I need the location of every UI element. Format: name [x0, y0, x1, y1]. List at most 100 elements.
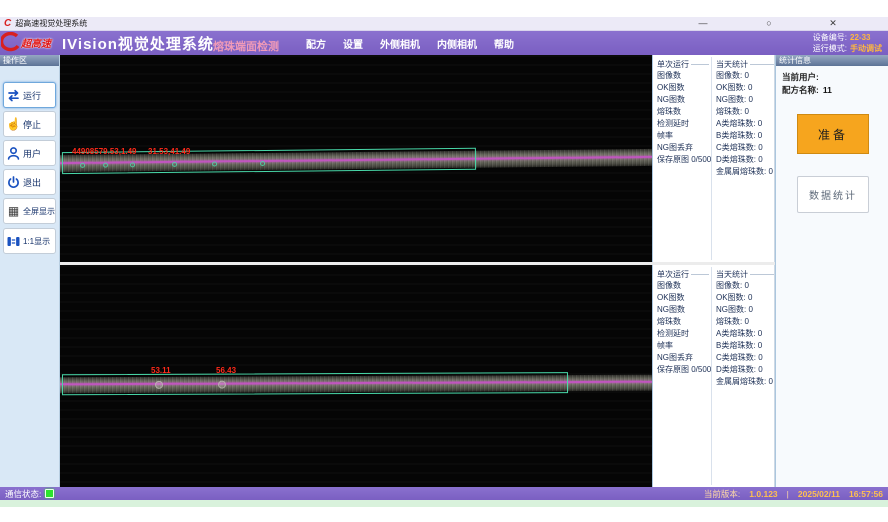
- run-button[interactable]: 运行: [3, 82, 56, 108]
- fullscreen-button-label: 全屏显示: [23, 206, 55, 217]
- stat-row: NG图数: [657, 94, 709, 106]
- defect-mark: [155, 381, 163, 389]
- taskbar-strip: [0, 500, 888, 507]
- recipe-name-label: 配方名称:: [782, 85, 819, 95]
- stat-row: 图像数: 0: [716, 280, 774, 292]
- stat-row: 熔珠数: [657, 106, 709, 118]
- stat-row: 图像数: [657, 70, 709, 82]
- stat-row: NG图丢弃: [657, 352, 709, 364]
- stop-hand-icon: ☝: [6, 117, 21, 132]
- power-icon: [6, 175, 21, 190]
- stat-row: NG图数: 0: [716, 94, 774, 106]
- user-icon: [6, 146, 21, 161]
- stat-row: 检测延时: [657, 328, 709, 340]
- stat-row: OK图数: [657, 292, 709, 304]
- menu-help[interactable]: 帮助: [494, 36, 514, 51]
- stat-row: 金属屑熔珠数: 0: [716, 376, 774, 388]
- stat-row: A类熔珠数: 0: [716, 328, 774, 340]
- menu-settings[interactable]: 设置: [343, 36, 363, 51]
- single-run-header: 单次运行: [657, 58, 709, 70]
- run-icon: [6, 88, 21, 103]
- stat-row: OK图数: [657, 82, 709, 94]
- daily-stats-header: 当天统计: [716, 268, 774, 280]
- menu-recipe[interactable]: 配方: [306, 36, 326, 51]
- measurement-annotation: 56.43: [216, 366, 236, 375]
- measurement-annotation: 53.11: [151, 366, 171, 375]
- single-run-rows: 图像数OK图数NG图数熔珠数检测延时帧率NG图丢弃保存原图 0/500: [657, 280, 709, 376]
- maximize-button[interactable]: ○: [752, 16, 786, 31]
- stat-row: D类熔珠数: 0: [716, 364, 774, 376]
- stat-row: 熔珠数: [657, 316, 709, 328]
- device-no-label: 设备编号:: [813, 33, 847, 42]
- status-date: 2025/02/11: [798, 489, 840, 499]
- daily-stats-rows: 图像数: 0OK图数: 0NG图数: 0熔珠数: 0A类熔珠数: 0B类熔珠数:…: [716, 280, 774, 388]
- roi-box: [62, 372, 568, 395]
- stat-row: B类熔珠数: 0: [716, 130, 774, 142]
- stat-row: C类熔珠数: 0: [716, 352, 774, 364]
- stat-row: 图像数: 0: [716, 70, 774, 82]
- stat-row: C类熔珠数: 0: [716, 142, 774, 154]
- stats-panel-bottom: 单次运行 图像数OK图数NG图数熔珠数检测延时帧率NG图丢弃保存原图 0/500…: [652, 265, 775, 487]
- user-button[interactable]: 用户: [3, 140, 56, 166]
- run-button-label: 运行: [23, 89, 41, 102]
- exit-button[interactable]: 退出: [3, 169, 56, 195]
- stat-row: 熔珠数: 0: [716, 106, 774, 118]
- defect-mark: [212, 161, 217, 166]
- current-user-label: 当前用户:: [782, 72, 819, 82]
- run-mode-label: 运行模式:: [813, 44, 847, 53]
- stat-row: 图像数: [657, 280, 709, 292]
- app-header: 超高速 IVision视觉处理系统 熔珠端面检测 配方 设置 外侧相机 内侧相机…: [0, 31, 888, 55]
- measurement-annotation: 44908579.53,1.49: [72, 147, 137, 156]
- stat-row: B类熔珠数: 0: [716, 340, 774, 352]
- daily-stats-header: 当天统计: [716, 58, 774, 70]
- stat-row: 保存原图 0/500: [657, 154, 709, 166]
- defect-mark: [172, 162, 177, 167]
- one-to-one-button[interactable]: 1:1显示: [3, 228, 56, 254]
- stat-row: A类熔珠数: 0: [716, 118, 774, 130]
- stat-row: 熔珠数: 0: [716, 316, 774, 328]
- operation-sidebar-title: 操作区: [0, 55, 59, 66]
- menu-outer-camera[interactable]: 外侧相机: [380, 36, 420, 51]
- stat-row: NG图丢弃: [657, 142, 709, 154]
- device-info: 设备编号:22-33 运行模式:手动调试: [813, 32, 882, 54]
- info-panel-title: 统计信息: [776, 55, 888, 66]
- window-title: 超高速视觉处理系统: [15, 18, 87, 29]
- menu-inner-camera[interactable]: 内侧相机: [437, 36, 477, 51]
- inner-camera-viewport: 53.11 56.43: [60, 265, 652, 487]
- status-separator: |: [787, 489, 789, 499]
- app-title: IVision视觉处理系统: [62, 33, 214, 54]
- weld-bead-image: [60, 370, 652, 400]
- single-run-rows: 图像数OK图数NG图数熔珠数检测延时帧率NG图丢弃保存原图 0/500: [657, 70, 709, 166]
- outer-camera-viewport: 44908579.53,1.49 31.53,41.49: [60, 55, 652, 262]
- measurement-annotation: 31.53,41.49: [148, 147, 190, 156]
- column-divider: [711, 267, 712, 485]
- stat-row: D类熔珠数: 0: [716, 154, 774, 166]
- single-run-header: 单次运行: [657, 268, 709, 280]
- prepare-button[interactable]: 准备: [797, 114, 869, 154]
- stop-button-label: 停止: [23, 118, 41, 131]
- minimize-button[interactable]: —: [686, 16, 720, 31]
- user-button-label: 用户: [23, 147, 41, 160]
- stat-row: 帧率: [657, 340, 709, 352]
- info-panel: 统计信息 当前用户: 配方名称:11 准备 数据统计: [775, 55, 888, 487]
- stat-row: OK图数: 0: [716, 292, 774, 304]
- data-stats-button[interactable]: 数据统计: [797, 176, 869, 213]
- fullscreen-button[interactable]: ▦ 全屏显示: [3, 198, 56, 224]
- stat-row: NG图数: 0: [716, 304, 774, 316]
- stat-row: 检测延时: [657, 118, 709, 130]
- app-subtitle: 熔珠端面检测: [213, 38, 279, 54]
- close-button[interactable]: ✕: [816, 16, 850, 31]
- comm-status-indicator: [45, 489, 54, 498]
- stop-button[interactable]: ☝ 停止: [3, 111, 56, 137]
- operation-sidebar: 操作区 运行 ☝ 停止 用户: [0, 55, 60, 487]
- stat-row: 保存原图 0/500: [657, 364, 709, 376]
- defect-mark: [218, 381, 226, 389]
- status-time: 16:57:56: [849, 489, 883, 499]
- stat-row: OK图数: 0: [716, 82, 774, 94]
- defect-mark: [260, 161, 265, 166]
- stat-row: 帧率: [657, 130, 709, 142]
- fullscreen-grid-icon: ▦: [6, 204, 21, 219]
- brand-logo-text: 超高速: [21, 35, 51, 50]
- version-value: 1.0.123: [749, 489, 777, 499]
- app-window: C 超高速视觉处理系统 — ○ ✕ 超高速 IVision视觉处理系统 熔珠端面…: [0, 0, 888, 522]
